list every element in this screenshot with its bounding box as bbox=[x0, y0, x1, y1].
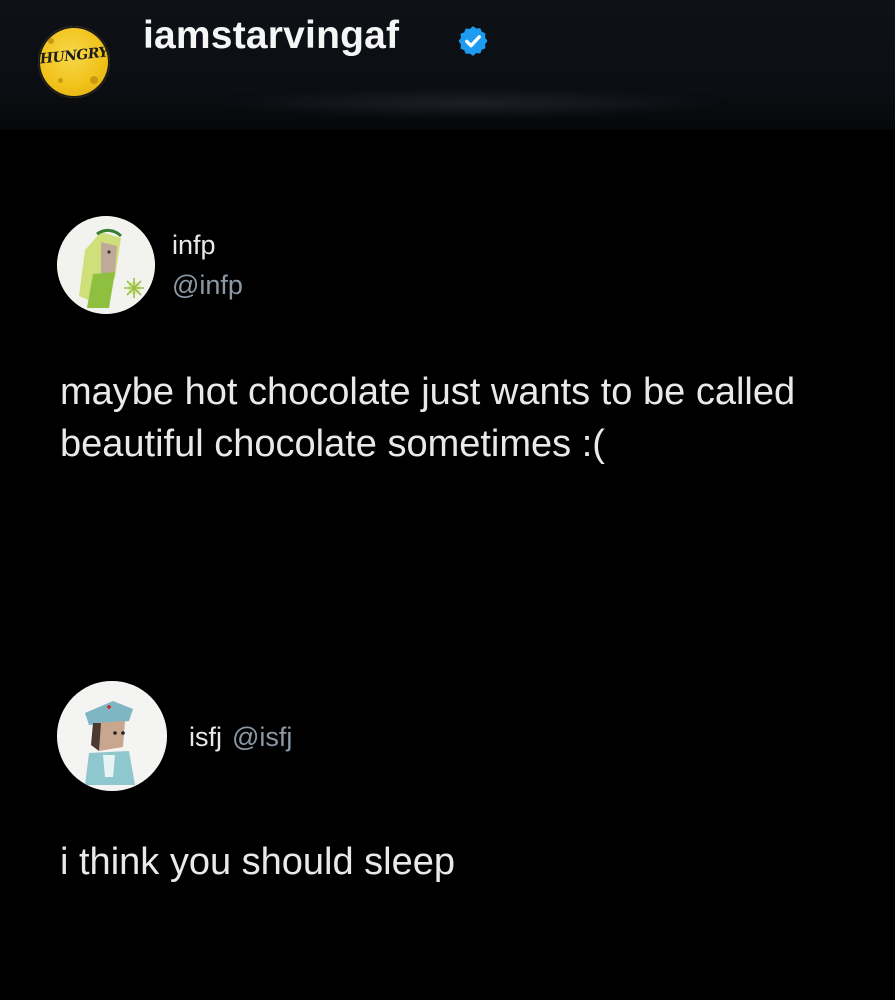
infp-character-icon bbox=[57, 216, 155, 314]
tweet-author-name[interactable]: infp bbox=[172, 230, 216, 261]
isfj-avatar[interactable] bbox=[57, 681, 167, 791]
tweet-author-handle[interactable]: @infp bbox=[172, 270, 243, 301]
header-blur bbox=[210, 88, 730, 118]
tweet-author-meta: isfj @isfj bbox=[189, 722, 292, 753]
tweet-text: maybe hot chocolate just wants to be cal… bbox=[60, 371, 796, 465]
verified-badge-icon bbox=[458, 26, 488, 56]
logo-text: HUNGRY bbox=[39, 44, 109, 68]
account-header-bar: HUNGRY iamstarvingaf bbox=[0, 0, 895, 130]
isfj-nurse-character-icon bbox=[57, 681, 167, 791]
infp-avatar[interactable] bbox=[57, 216, 155, 314]
tweet-text: i think you should sleep bbox=[60, 841, 456, 883]
account-name[interactable]: iamstarvingaf bbox=[143, 14, 399, 58]
hungry-logo-avatar[interactable]: HUNGRY bbox=[38, 26, 110, 98]
tweet-author-name[interactable]: isfj bbox=[189, 722, 222, 752]
tweet-author-handle[interactable]: @isfj bbox=[232, 722, 292, 752]
